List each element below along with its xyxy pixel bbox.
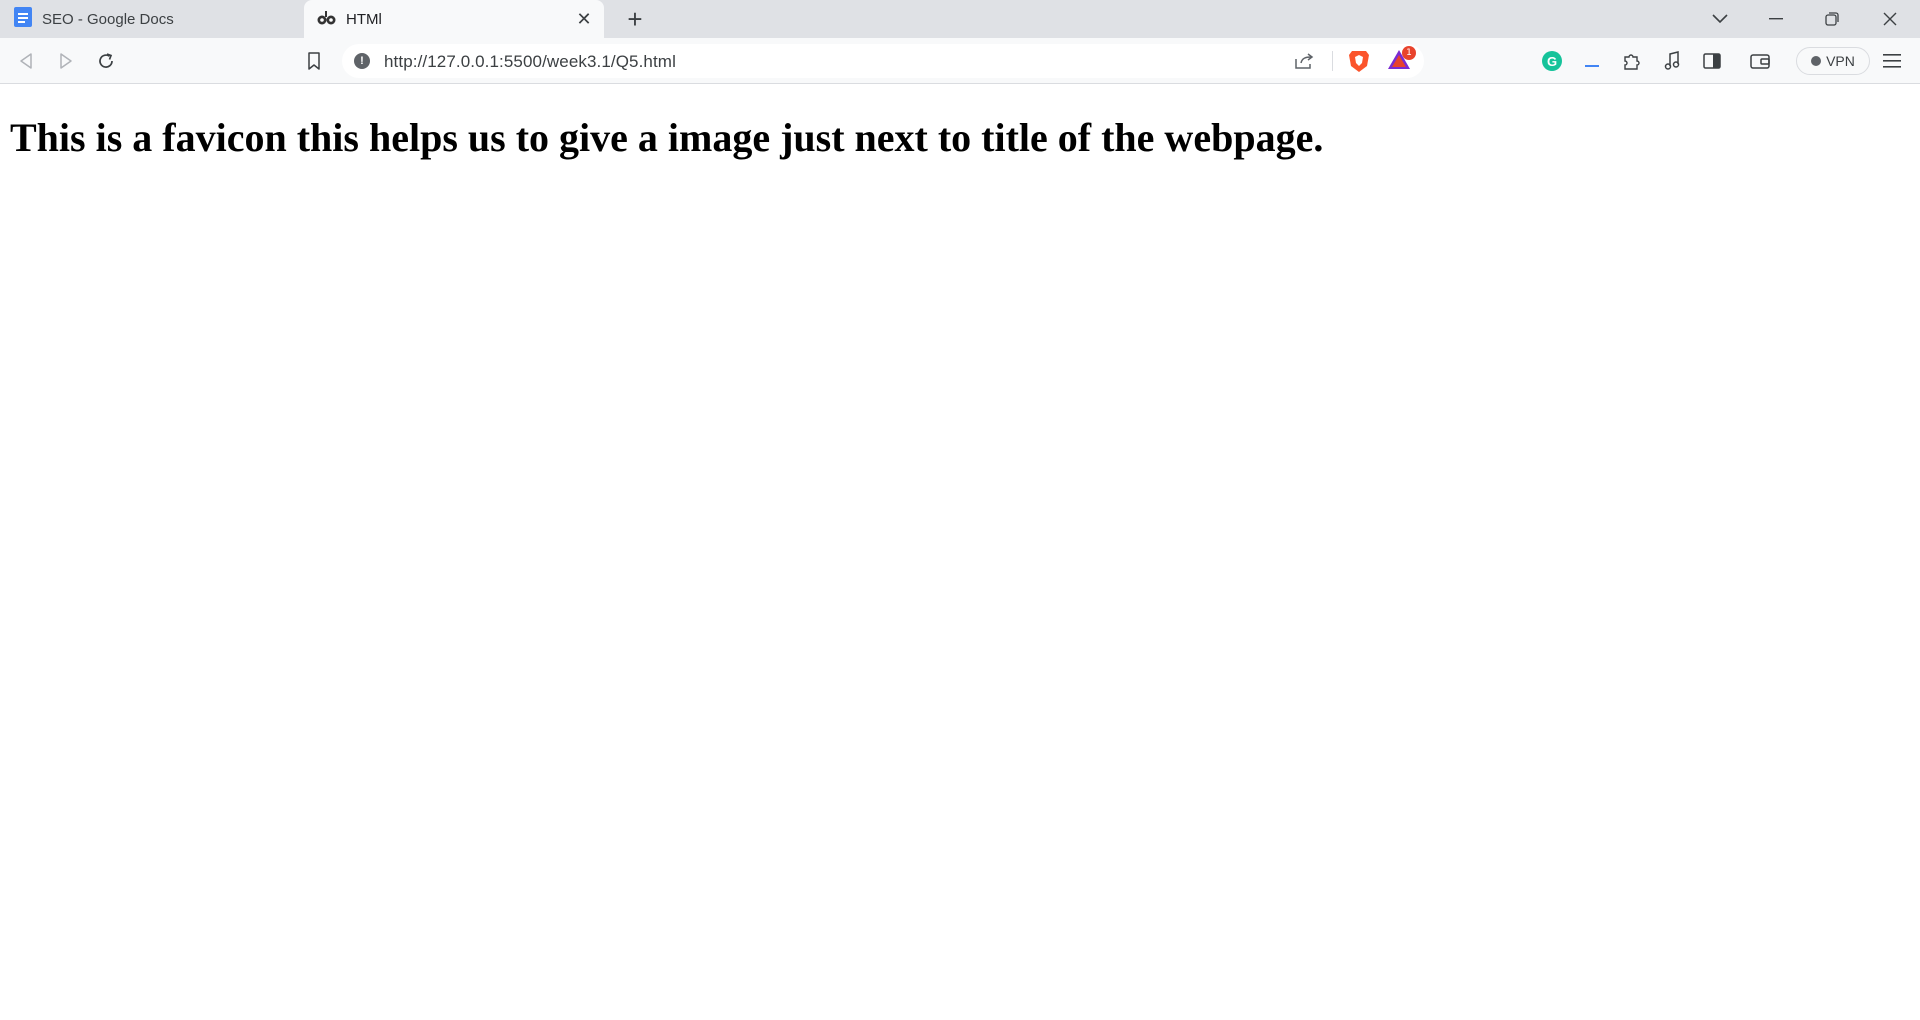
share-icon[interactable]: [1292, 49, 1316, 73]
restore-button[interactable]: [1804, 0, 1860, 38]
back-button[interactable]: [10, 45, 42, 77]
reload-button[interactable]: [90, 45, 122, 77]
tab-strip: SEO - Google Docs HTMl ✕ +: [0, 0, 1920, 38]
brave-shield-icon[interactable]: [1346, 48, 1372, 74]
grammarly-icon[interactable]: G: [1538, 47, 1566, 75]
puzzle-icon[interactable]: [1618, 47, 1646, 75]
address-bar[interactable]: ! http://127.0.0.1:5500/week3.1/Q5.html …: [342, 44, 1424, 78]
extension-dash-icon[interactable]: [1578, 47, 1606, 75]
forward-button[interactable]: [50, 45, 82, 77]
brave-rewards-icon[interactable]: 1: [1386, 46, 1416, 74]
favicon-icon: [316, 8, 336, 30]
close-tab-icon[interactable]: ✕: [574, 9, 594, 29]
tab-seo-google-docs[interactable]: SEO - Google Docs: [0, 0, 302, 38]
rewards-badge: 1: [1402, 46, 1416, 60]
tab-search-chevron-icon[interactable]: [1692, 0, 1748, 38]
minimize-button[interactable]: [1748, 0, 1804, 38]
grammarly-letter: G: [1542, 51, 1562, 71]
web-page-content: This is a favicon this helps us to give …: [0, 84, 1920, 1020]
menu-icon[interactable]: [1878, 47, 1906, 75]
tab-title: HTMl: [346, 10, 382, 28]
close-window-button[interactable]: [1862, 0, 1918, 38]
new-tab-button[interactable]: +: [620, 4, 650, 34]
wallet-icon[interactable]: [1746, 47, 1774, 75]
music-icon[interactable]: [1658, 47, 1686, 75]
vpn-label: VPN: [1826, 53, 1855, 69]
google-docs-icon: [14, 7, 32, 31]
vpn-button[interactable]: VPN: [1796, 47, 1870, 75]
tab-title: SEO - Google Docs: [42, 10, 174, 28]
bookmark-icon[interactable]: [298, 45, 330, 77]
tab-htmi[interactable]: HTMl ✕: [304, 0, 604, 38]
divider: [1332, 51, 1333, 71]
browser-toolbar: ! http://127.0.0.1:5500/week3.1/Q5.html …: [0, 38, 1920, 84]
vpn-status-icon: [1811, 56, 1822, 66]
page-heading: This is a favicon this helps us to give …: [10, 115, 1324, 160]
sidebar-icon[interactable]: [1698, 47, 1726, 75]
url-text[interactable]: http://127.0.0.1:5500/week3.1/Q5.html: [384, 52, 676, 72]
site-info-icon[interactable]: !: [354, 53, 370, 69]
